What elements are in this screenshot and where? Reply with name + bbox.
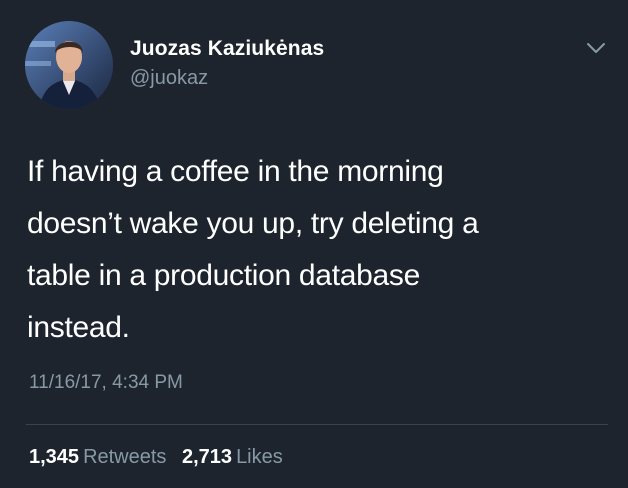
avatar[interactable] bbox=[25, 21, 113, 109]
tweet-text-line: instead. bbox=[27, 311, 130, 344]
tweet-text: If having a coffee in the morning doesn’… bbox=[27, 146, 597, 354]
user-handle[interactable]: @juokaz bbox=[130, 65, 324, 91]
display-name[interactable]: Juozas Kaziukėnas bbox=[130, 36, 324, 62]
tweet-text-line: doesn’t wake you up, try deleting a bbox=[27, 207, 479, 240]
chevron-down-icon[interactable] bbox=[585, 40, 607, 56]
author-block: Juozas Kaziukėnas @juokaz bbox=[130, 36, 324, 91]
likes-count: 2,713 bbox=[182, 446, 233, 468]
retweets-stat[interactable]: 1,345 Retweets bbox=[29, 446, 172, 468]
tweet-text-line: table in a production database bbox=[27, 259, 420, 292]
tweet-card: Juozas Kaziukėnas @juokaz If having a co… bbox=[0, 0, 628, 488]
likes-stat[interactable]: 2,713 Likes bbox=[182, 446, 283, 468]
retweets-count: 1,345 bbox=[29, 446, 80, 468]
tweet-stats: 1,345 Retweets 2,713 Likes bbox=[29, 446, 293, 469]
divider bbox=[26, 424, 608, 425]
likes-label: Likes bbox=[236, 446, 283, 468]
profile-photo-icon bbox=[25, 21, 113, 109]
tweet-timestamp[interactable]: 11/16/17, 4:34 PM bbox=[29, 372, 183, 394]
retweets-label: Retweets bbox=[83, 446, 167, 468]
tweet-text-line: If having a coffee in the morning bbox=[27, 155, 444, 188]
